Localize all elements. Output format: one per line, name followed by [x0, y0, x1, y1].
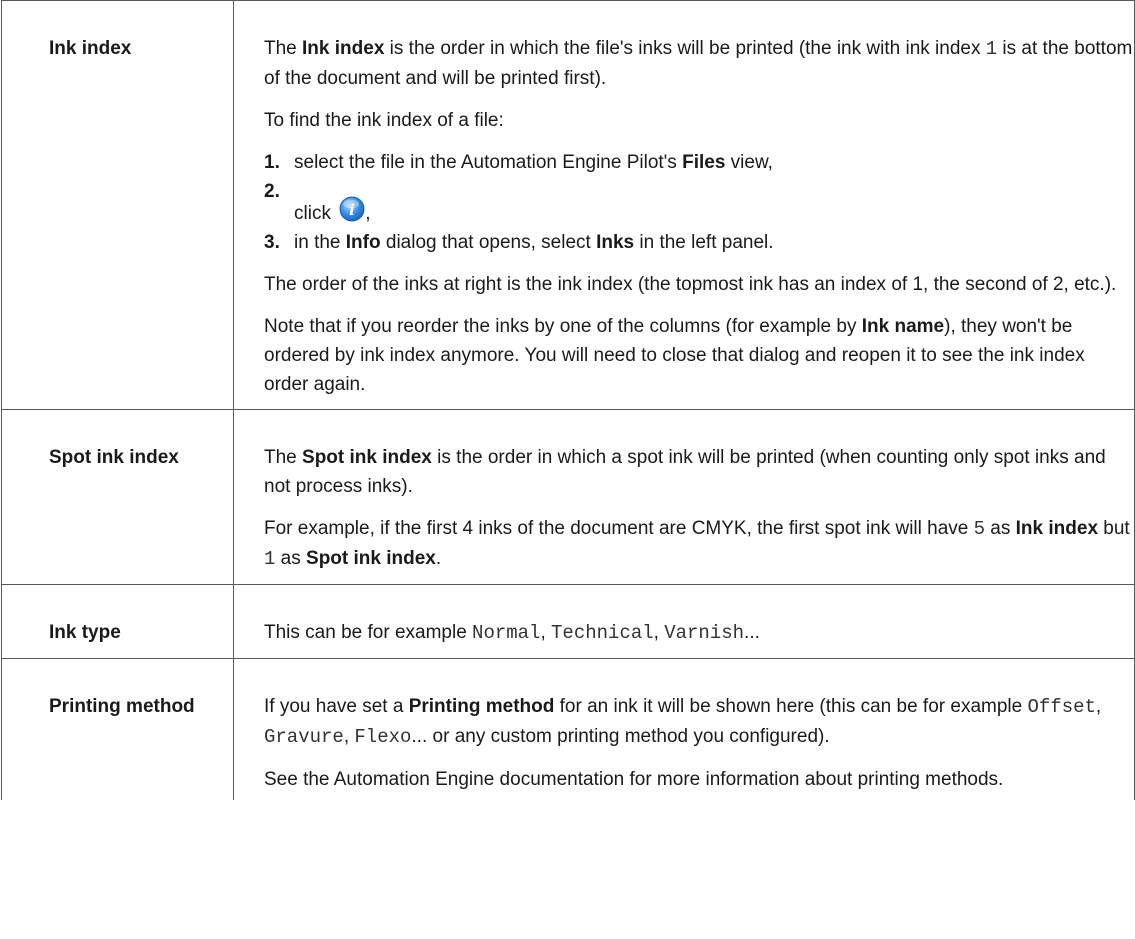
step-1: 1. select the file in the Automation Engi…: [264, 152, 773, 173]
spot-ink-index-example: For example, if the first 4 inks of the …: [264, 518, 1130, 570]
step-3: 3. in the Info dialog that opens, select …: [264, 232, 774, 253]
ink-order-note: The order of the inks at right is the in…: [264, 274, 1117, 295]
table-row-ink-index: Ink index The Ink index is the order in …: [1, 0, 1135, 410]
ink-properties-table: Ink index The Ink index is the order in …: [1, 0, 1135, 800]
table-row-spot-ink-index: Spot ink index The Spot ink index is the…: [1, 409, 1135, 585]
steps-list: 1. select the file in the Automation Engi…: [264, 148, 1134, 257]
term-spot-ink-index: Spot ink index: [1, 409, 234, 585]
step-2: 2. click i,: [264, 181, 371, 224]
term-ink-type: Ink type: [1, 584, 234, 659]
svg-text:i: i: [349, 201, 355, 219]
ink-type-description: This can be for example Normal, Technica…: [264, 622, 760, 644]
reorder-note: Note that if you reorder the inks by one…: [264, 316, 1085, 395]
table-row-printing-method: Printing method If you have set a Printi…: [1, 658, 1135, 800]
info-icon: i: [339, 196, 365, 222]
ink-index-definition: The Ink index is the order in which the …: [264, 38, 1133, 89]
spot-ink-index-definition: The Spot ink index is the order in which…: [264, 447, 1106, 497]
printing-method-definition: If you have set a Printing method for an…: [264, 696, 1102, 748]
description-spot-ink-index: The Spot ink index is the order in which…: [233, 409, 1135, 585]
term-ink-index: Ink index: [1, 0, 234, 410]
find-ink-index-intro: To find the ink index of a file:: [264, 110, 504, 131]
term-printing-method: Printing method: [1, 658, 234, 800]
printing-method-see-also: See the Automation Engine documentation …: [264, 769, 1004, 790]
description-ink-type: This can be for example Normal, Technica…: [233, 584, 1135, 659]
table-row-ink-type: Ink type This can be for example Normal,…: [1, 584, 1135, 659]
description-printing-method: If you have set a Printing method for an…: [233, 658, 1135, 800]
description-ink-index: The Ink index is the order in which the …: [233, 0, 1135, 410]
